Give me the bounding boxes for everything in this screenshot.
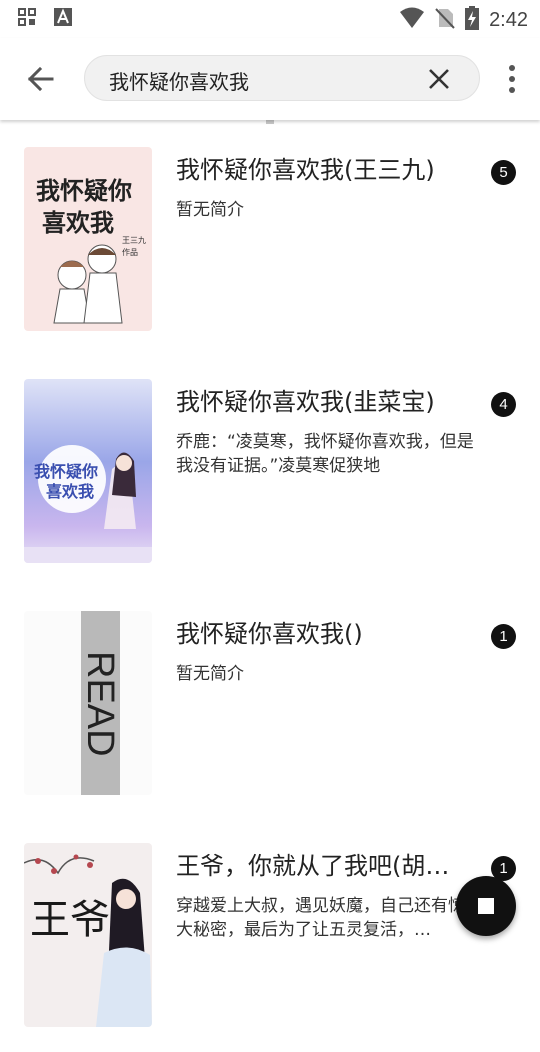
cover-tag: 作品 [122,247,138,257]
list-item[interactable]: 我怀疑你 喜欢我 我怀疑你喜欢我(韭菜宝) 乔鹿：“凌莫寒，我怀疑你喜欢我，但是… [0,356,540,588]
book-title: 我怀疑你喜欢我(韭菜宝) [176,388,435,416]
unread-count-badge: 5 [491,160,516,185]
cover-title-line2: 喜欢我 [42,209,114,237]
book-title: 我怀疑你喜欢我() [176,620,363,648]
search-toolbar: 我怀疑你喜欢我 [0,38,540,120]
book-intro: 暂无简介 [176,200,244,220]
book-title: 我怀疑你喜欢我(王三九) [176,156,435,184]
book-intro: 乔鹿：“凌莫寒，我怀疑你喜欢我，但是我没有证据。”凌莫寒促狭地 [176,432,474,476]
stop-icon [478,898,494,914]
book-title: 王爷，你就从了我吧(胡胡… [176,852,466,880]
clock: 2:42 [489,8,528,31]
battery-charging-icon [465,6,480,34]
no-sim-icon [435,7,455,33]
book-intro: 穿越爱上大叔，遇见妖魔，自己还有惊天大秘密，最后为了让五灵复活，… [176,896,482,940]
unread-count-badge: 4 [491,392,516,417]
cover-author: 王三九 [122,236,146,245]
more-vert-icon [509,65,515,93]
clear-icon [429,69,449,89]
search-input[interactable]: 我怀疑你喜欢我 [109,66,249,95]
book-cover: 我怀疑你 喜欢我 [24,379,152,563]
list-item[interactable]: 我怀疑你 喜欢我 王三九 作品 我怀疑你喜欢我(王三九) 暂无简介 5 [0,124,540,356]
list-item[interactable]: 王爷 王爷，你就从了我吧(胡胡… 穿越爱上大叔，遇见妖魔，自己还有惊天大秘密，最… [0,820,540,1052]
wifi-icon [399,7,425,33]
book-cover: READ [24,611,152,795]
list-item[interactable]: READ 我怀疑你喜欢我() 暂无简介 1 [0,588,540,820]
stop-button[interactable] [456,876,516,936]
book-intro: 暂无简介 [176,664,244,684]
cover-title-line1: 我怀疑你 [34,462,98,481]
cover-title-line1: 我怀疑你 [36,177,132,205]
status-bar: 2:42 [0,0,540,38]
back-button[interactable] [22,62,62,96]
a-box-icon [54,8,72,30]
cover-title-line2: 喜欢我 [46,482,94,501]
apps-icon [18,8,36,30]
cover-read-text: READ [79,651,121,757]
cover-title: 王爷 [30,897,110,943]
unread-count-badge: 1 [491,624,516,649]
more-options-button[interactable] [506,64,518,94]
book-cover: 我怀疑你 喜欢我 王三九 作品 [24,147,152,331]
search-field[interactable]: 我怀疑你喜欢我 [84,55,480,101]
book-cover: 王爷 [24,843,152,1027]
back-arrow-icon [27,66,54,92]
clear-button[interactable] [427,67,451,91]
